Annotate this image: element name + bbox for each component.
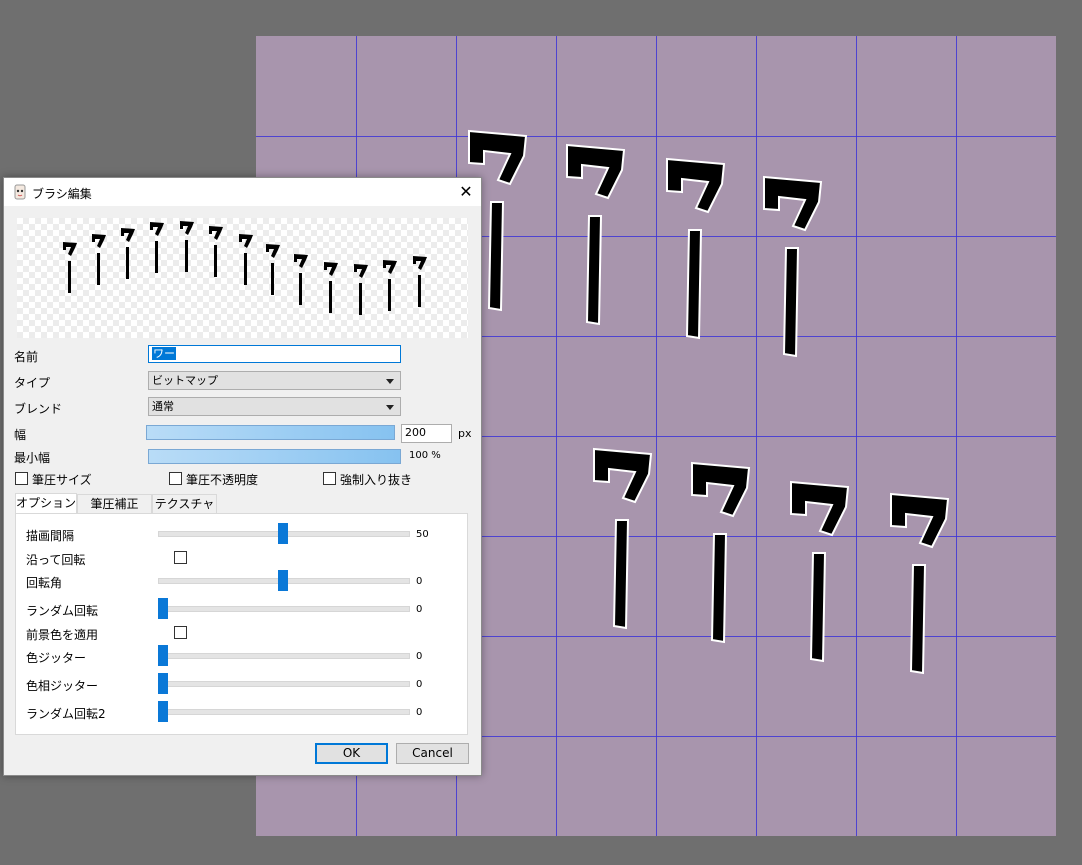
tab-pressure-correction[interactable]: 筆圧補正 [77,494,152,514]
tab-texture[interactable]: テクスチャ [152,494,217,514]
rotation-value: 0 [416,576,423,587]
name-input-value: ワー [152,347,176,360]
rotation-slider-thumb[interactable] [278,570,288,591]
foreground-label: 前景色を適用 [26,628,99,642]
brush-edit-dialog: ブラシ編集 ✕ 名前 ワー タイプ ビットマップ ブレンド 通常 幅 200 p… [3,177,482,776]
grid-line [256,136,1056,137]
spacing-slider-thumb[interactable] [278,523,288,544]
width-input-value: 200 [405,426,426,439]
color-jitter-value: 0 [416,651,423,662]
options-panel: 描画間隔 50 沿って回転 回転角 0 ランダム回転 0 前景色を適用 色ジッタ… [15,513,468,735]
tab-options[interactable]: オプション [15,493,77,515]
brush-preview-strokes [63,221,427,315]
pressure-opacity-checkbox[interactable] [169,472,182,485]
hue-jitter-track[interactable] [158,681,410,687]
name-label: 名前 [14,350,39,364]
random-rotation-value: 0 [416,604,423,615]
cancel-button[interactable]: Cancel [396,743,469,764]
brush-stroke-mark [566,143,626,326]
blend-select[interactable]: 通常 [148,397,401,416]
pressure-size-checkbox[interactable] [15,472,28,485]
preview-stroke-mark [209,226,223,277]
color-jitter-label: 色ジッター [26,651,87,665]
preview-stroke-mark [383,260,397,311]
color-jitter-slider-thumb[interactable] [158,645,168,666]
preview-stroke-mark [413,256,427,307]
brush-stroke-mark [890,492,950,675]
name-input[interactable]: ワー [148,345,401,363]
preview-stroke-mark [294,254,308,305]
spacing-label: 描画間隔 [26,529,75,543]
rotate-along-checkbox[interactable] [174,551,187,564]
random-rotation2-value: 0 [416,707,423,718]
force-taper-label: 強制入り抜き [340,473,413,487]
preview-stroke-mark [150,222,164,273]
preview-stroke-mark [180,221,194,272]
blend-select-value: 通常 [152,400,174,413]
random-rotation-slider-thumb[interactable] [158,598,168,619]
dialog-title: ブラシ編集 [32,187,92,201]
chevron-down-icon [386,379,394,384]
chevron-down-icon [386,405,394,410]
brush-stroke-mark [666,157,726,340]
min-width-label: 最小幅 [14,451,51,465]
preview-stroke-mark [92,234,106,285]
preview-stroke-mark [266,244,280,295]
rotate-along-label: 沿って回転 [26,553,86,567]
min-width-slider[interactable] [148,449,401,464]
preview-stroke-mark [239,234,253,285]
pressure-opacity-label: 筆圧不透明度 [186,473,259,487]
hue-jitter-slider-thumb[interactable] [158,673,168,694]
pressure-size-label: 筆圧サイズ [32,473,92,487]
hue-jitter-value: 0 [416,679,423,690]
type-select-value: ビットマップ [152,374,218,387]
ok-button[interactable]: OK [315,743,388,764]
brush-stroke-mark [763,175,823,358]
width-input[interactable]: 200 [401,424,452,443]
type-label: タイプ [14,376,51,390]
width-slider[interactable] [146,425,395,440]
preview-stroke-mark [63,242,77,293]
close-icon[interactable]: ✕ [455,181,477,203]
dialog-titlebar[interactable]: ブラシ編集 ✕ [4,178,481,206]
random-rotation2-label: ランダム回転2 [26,707,106,721]
width-label: 幅 [14,428,27,442]
brush-app-icon [14,184,26,200]
spacing-value: 50 [416,529,429,540]
width-unit: px [458,427,472,440]
random-rotation2-track[interactable] [158,709,410,715]
brush-stroke-mark [593,447,653,630]
random-rotation-label: ランダム回転 [26,604,99,618]
blend-label: ブレンド [14,402,63,416]
preview-stroke-mark [324,262,338,313]
random-rotation-track[interactable] [158,606,410,612]
preview-stroke-mark [354,264,368,315]
rotation-label: 回転角 [26,576,63,590]
type-select[interactable]: ビットマップ [148,371,401,390]
force-taper-checkbox[interactable] [323,472,336,485]
color-jitter-track[interactable] [158,653,410,659]
preview-stroke-mark [121,228,135,279]
foreground-checkbox[interactable] [174,626,187,639]
min-width-value: 100 % [409,450,441,461]
random-rotation2-slider-thumb[interactable] [158,701,168,722]
hue-jitter-label: 色相ジッター [26,679,99,693]
brush-preview [17,218,468,338]
brush-stroke-mark [790,480,850,663]
brush-stroke-mark [691,461,751,644]
